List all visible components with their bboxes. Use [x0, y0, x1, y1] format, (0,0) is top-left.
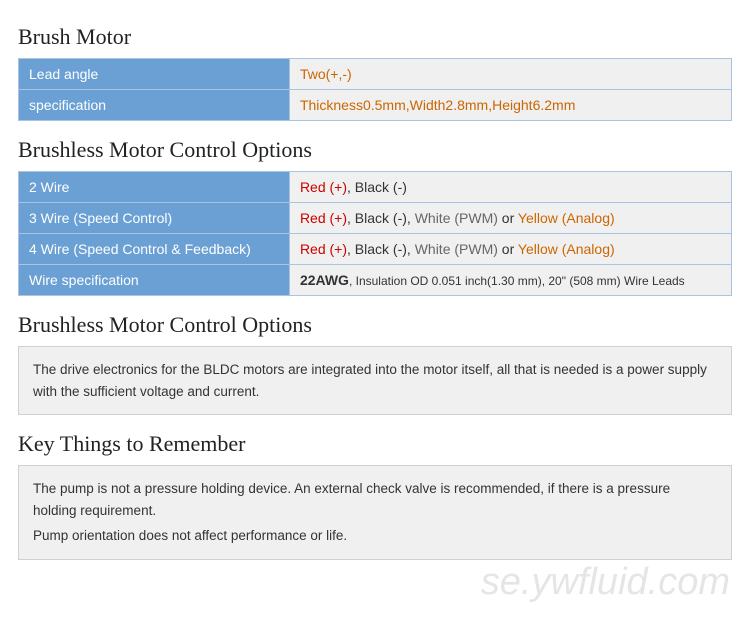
table-row: specification Thickness0.5mm,Width2.8mm,…	[19, 90, 732, 121]
4wire-label: 4 Wire (Speed Control & Feedback)	[19, 234, 290, 265]
table-row: 3 Wire (Speed Control) Red (+), Black (-…	[19, 203, 732, 234]
3wire-value: Red (+), Black (-), White (PWM) or Yello…	[289, 203, 731, 234]
table-row: Lead angle Two(+,-)	[19, 59, 732, 90]
brushless-motor-description: The drive electronics for the BLDC motor…	[18, 346, 732, 415]
brushless-motor-table: 2 Wire Red (+), Black (-) 3 Wire (Speed …	[18, 171, 732, 296]
key-things-line-1: The pump is not a pressure holding devic…	[33, 478, 717, 521]
4wire-value: Red (+), Black (-), White (PWM) or Yello…	[289, 234, 731, 265]
table-row: Wire specification 22AWG, Insulation OD …	[19, 265, 732, 296]
brushless-motor-title-1: Brushless Motor Control Options	[18, 137, 732, 163]
wire-spec-label: Wire specification	[19, 265, 290, 296]
2wire-value: Red (+), Black (-)	[289, 172, 731, 203]
3wire-label: 3 Wire (Speed Control)	[19, 203, 290, 234]
specification-label: specification	[19, 90, 290, 121]
key-things-line-2: Pump orientation does not affect perform…	[33, 525, 717, 547]
wire-spec-value: 22AWG, Insulation OD 0.051 inch(1.30 mm)…	[289, 265, 731, 296]
specification-value: Thickness0.5mm,Width2.8mm,Height6.2mm	[289, 90, 731, 121]
2wire-label: 2 Wire	[19, 172, 290, 203]
lead-angle-label: Lead angle	[19, 59, 290, 90]
brushless-motor-title-2: Brushless Motor Control Options	[18, 312, 732, 338]
key-things-description: The pump is not a pressure holding devic…	[18, 465, 732, 560]
key-things-title: Key Things to Remember	[18, 431, 732, 457]
brush-motor-table: Lead angle Two(+,-) specification Thickn…	[18, 58, 732, 121]
table-row: 4 Wire (Speed Control & Feedback) Red (+…	[19, 234, 732, 265]
table-row: 2 Wire Red (+), Black (-)	[19, 172, 732, 203]
lead-angle-value: Two(+,-)	[289, 59, 731, 90]
brush-motor-title: Brush Motor	[18, 24, 732, 50]
